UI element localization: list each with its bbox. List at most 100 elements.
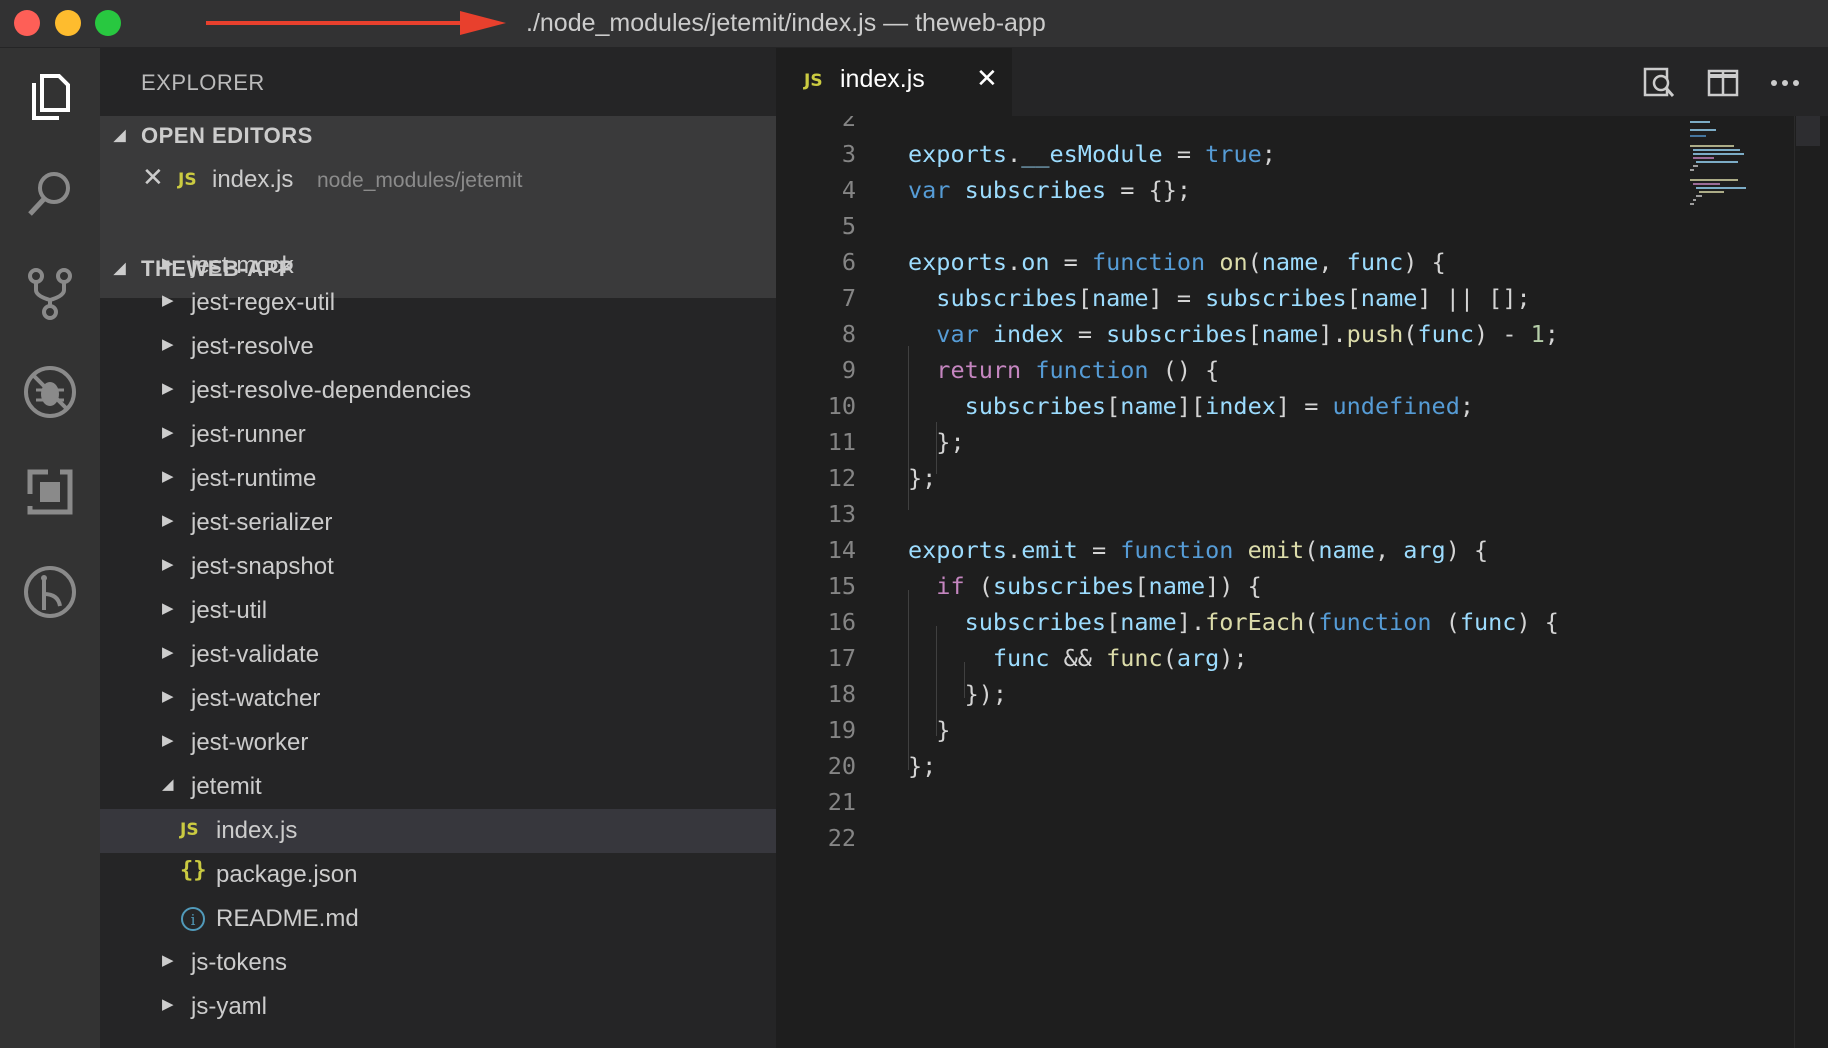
more-actions-icon[interactable] [1768, 66, 1802, 100]
line-source: subscribes[name][index] = undefined; [964, 392, 1475, 420]
chevron-right-icon: ▶ [162, 556, 174, 573]
folder-label: jest-resolve-dependencies [191, 377, 472, 404]
folder-item[interactable]: ▶ jest-resolve-dependencies [100, 369, 776, 413]
folder-item[interactable]: ▶ jest-validate [100, 633, 776, 677]
file-label: package.json [216, 861, 358, 888]
line-number: 16 [827, 608, 856, 636]
vertical-scrollbar[interactable] [1794, 116, 1828, 1048]
folder-item[interactable]: ▶ jest-runtime [100, 457, 776, 501]
folder-item[interactable]: ▶ jest-resolve [100, 325, 776, 369]
file-item-selected[interactable]: JS index.js [100, 809, 776, 853]
code-line[interactable]: 12}; [776, 460, 1776, 496]
js-file-icon: JS [180, 820, 199, 840]
folder-label: jest-watcher [191, 685, 321, 712]
line-source: if (subscribes[name]) { [936, 572, 1262, 600]
chevron-right-icon: ▶ [162, 644, 174, 661]
code-line[interactable]: 3 exports.__esModule = true; [776, 136, 1776, 172]
line-number: 14 [827, 536, 856, 564]
code-line[interactable]: 22 [776, 820, 1776, 856]
folder-label: jest-resolve [191, 333, 314, 360]
js-file-icon: JS [804, 71, 823, 91]
split-editor-icon[interactable] [1706, 66, 1740, 100]
folder-item[interactable]: ▶ js-tokens [100, 941, 776, 985]
close-tab-icon[interactable]: ✕ [976, 64, 998, 94]
code-line[interactable]: 2 [776, 116, 1776, 136]
code-line[interactable]: 10 subscribes[name][index] = undefined; [776, 388, 1776, 424]
folder-label: jest-runtime [191, 465, 317, 492]
code-line[interactable]: 13 [776, 496, 1776, 532]
folder-item[interactable]: ▶ jest-runner [100, 413, 776, 457]
collapse-triangle-icon: ◢ [114, 127, 126, 144]
line-source: }; [908, 752, 937, 780]
chevron-right-icon: ▶ [162, 952, 174, 969]
open-editors-header[interactable]: ◢ OPEN EDITORS [100, 116, 776, 160]
chevron-right-icon: ▶ [162, 336, 174, 353]
open-editor-item[interactable]: ✕ JS index.js node_modules/jetemit [100, 160, 776, 204]
code-line[interactable]: 17 func && func(arg); [776, 640, 1776, 676]
line-source: exports.on = function on(name, func) { [908, 248, 1446, 276]
editor-pane: JS index.js ✕ 2 3 exports.__esModule = t… [776, 48, 1828, 1048]
scrollbar-thumb[interactable] [1796, 116, 1820, 146]
code-line[interactable]: 11 }; [776, 424, 1776, 460]
line-number: 15 [827, 572, 856, 600]
vscode-window: ./node_modules/jetemit/index.js — theweb… [0, 0, 1828, 1048]
folder-item[interactable]: ▶ js-yaml [100, 985, 776, 1029]
code-line[interactable]: 19 } [776, 712, 1776, 748]
code-line[interactable]: 20}; [776, 748, 1776, 784]
folder-item-expanded[interactable]: ◢ jetemit [100, 765, 776, 809]
code-line[interactable]: 9 return function () { [776, 352, 1776, 388]
folder-label: jest-validate [191, 641, 320, 668]
code-line[interactable]: 5 [776, 208, 1776, 244]
code-line[interactable]: 7 subscribes[name] = subscribes[name] ||… [776, 280, 1776, 316]
folder-item[interactable]: ▶ jest-snapshot [100, 545, 776, 589]
line-number: 8 [841, 320, 856, 348]
code-line[interactable]: 4 var subscribes = {}; [776, 172, 1776, 208]
line-source: return function () { [936, 356, 1220, 384]
explorer-title: EXPLORER [141, 70, 265, 95]
file-item[interactable]: i README.md [100, 897, 776, 941]
folder-label: jetemit [191, 773, 262, 800]
code-line[interactable]: 14 exports.emit = function emit(name, arg… [776, 532, 1776, 568]
folder-item[interactable]: ▶ jest-util [100, 589, 776, 633]
code-line[interactable]: 18 }); [776, 676, 1776, 712]
code-line[interactable]: 15 if (subscribes[name]) { [776, 568, 1776, 604]
folder-label: js-tokens [191, 949, 288, 976]
line-source: }; [936, 428, 965, 456]
file-item[interactable]: {} package.json [100, 853, 776, 897]
line-number: 21 [827, 788, 856, 816]
line-source: exports.emit = function emit(name, arg) … [908, 536, 1489, 564]
line-number: 3 [841, 140, 856, 168]
close-editor-icon[interactable]: ✕ [142, 163, 164, 193]
files-icon[interactable] [18, 64, 82, 128]
minimize-window-button[interactable] [55, 10, 81, 36]
maximize-window-button[interactable] [95, 10, 121, 36]
folder-item[interactable]: ▶ jest-watcher [100, 677, 776, 721]
open-preview-icon[interactable] [1642, 66, 1676, 100]
folder-label: jest-runner [191, 421, 306, 448]
tab-index-js[interactable]: JS index.js ✕ [776, 48, 1012, 116]
folder-label: jest-util [191, 597, 268, 624]
title-bar: ./node_modules/jetemit/index.js — theweb… [0, 0, 1828, 48]
debug-icon[interactable] [18, 360, 82, 424]
code-line[interactable]: 8 var index = subscribes[name].push(func… [776, 316, 1776, 352]
extensions-icon[interactable] [18, 460, 82, 524]
tab-bar: JS index.js ✕ [776, 48, 1828, 116]
folder-item[interactable]: ▶ jest-regex-util [100, 281, 776, 325]
code-line[interactable]: 6 exports.on = function on(name, func) { [776, 244, 1776, 280]
folder-label: jest-worker [191, 729, 309, 756]
line-source: }); [964, 680, 1008, 708]
git-lens-icon[interactable] [18, 560, 82, 624]
line-source: } [936, 716, 951, 744]
folder-item[interactable]: ▶ jest-serializer [100, 501, 776, 545]
code-line[interactable]: 21 [776, 784, 1776, 820]
close-window-button[interactable] [14, 10, 40, 36]
line-source: }; [908, 464, 937, 492]
search-icon[interactable] [18, 162, 82, 226]
folder-item[interactable]: ▶ jest-worker [100, 721, 776, 765]
line-number: 18 [827, 680, 856, 708]
code-line[interactable]: 16 subscribes[name].forEach(function (fu… [776, 604, 1776, 640]
tab-label: index.js [840, 65, 925, 93]
minimap[interactable] [1684, 116, 1794, 236]
code-editor[interactable]: 2 3 exports.__esModule = true; 4 var subscri… [776, 116, 1776, 1048]
source-control-icon[interactable] [18, 262, 82, 326]
